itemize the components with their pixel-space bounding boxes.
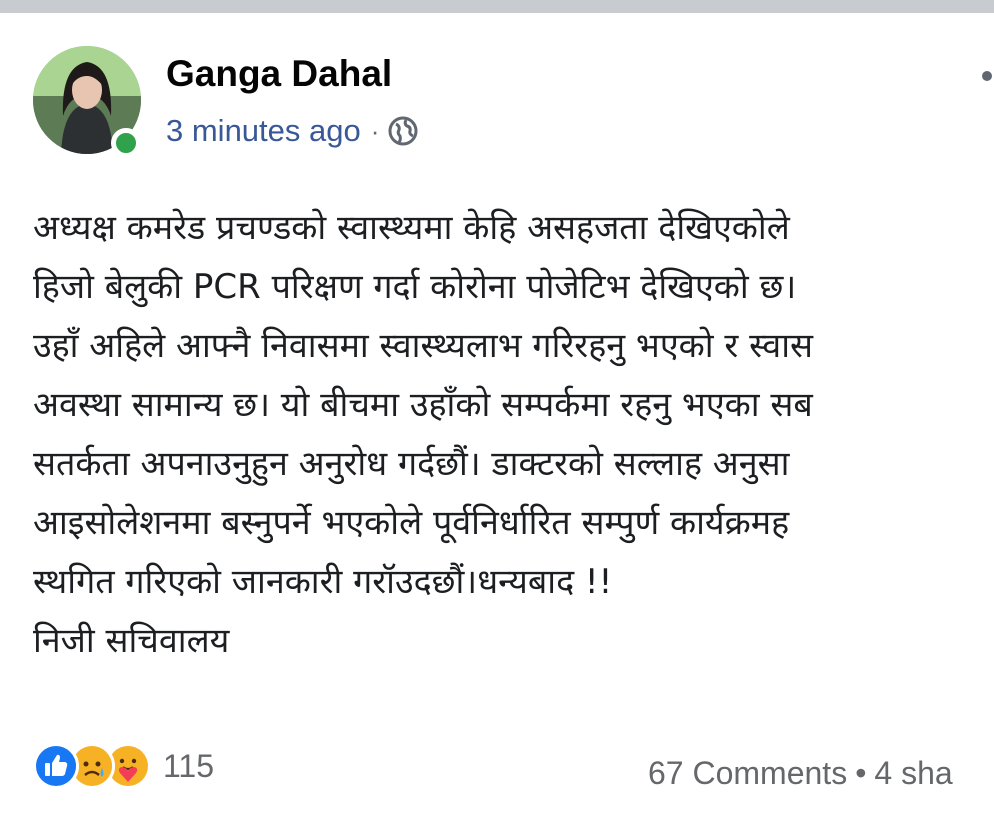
- comments-count-link[interactable]: 67 Comments: [648, 755, 847, 791]
- post-text-line: स्थगित गरिएको जानकारी गरॉउदछौं।धन्यबाद !…: [33, 562, 613, 602]
- online-status-indicator: [111, 128, 141, 158]
- more-options-icon[interactable]: [982, 71, 992, 81]
- facebook-post: Ganga Dahal 3 minutes ago · अध्यक्ष कमरे…: [0, 13, 994, 813]
- engagement-separator: •: [855, 755, 867, 791]
- engagement-summary: 67 Comments • 4 sha: [648, 755, 953, 792]
- post-text-line: हिजो बेलुकी PCR परिक्षण गर्दा कोरोना पोज…: [33, 267, 797, 307]
- author-name[interactable]: Ganga Dahal: [166, 53, 392, 95]
- post-text-line: आइसोलेशनमा बस्नुपर्ने भएकोले पूर्वनिर्धा…: [33, 503, 790, 543]
- meta-separator: ·: [370, 115, 380, 146]
- post-meta: 3 minutes ago ·: [166, 113, 419, 149]
- like-icon: [33, 743, 79, 789]
- shares-count-link[interactable]: 4 sha: [874, 755, 952, 791]
- globe-icon[interactable]: [387, 115, 419, 147]
- post-text-line: अध्यक्ष कमरेड प्रचण्डको स्वास्थ्यमा केहि…: [33, 208, 790, 248]
- post-body: अध्यक्ष कमरेड प्रचण्डको स्वास्थ्यमा केहि…: [33, 199, 994, 671]
- timestamp-link[interactable]: 3 minutes ago: [166, 113, 361, 149]
- post-text-line: अवस्था सामान्य छ। यो बीचमा उहाँको सम्पर्…: [33, 385, 813, 425]
- top-divider: [0, 0, 994, 13]
- post-text-line: सतर्कता अपनाउनुहुन अनुरोध गर्दछौं। डाक्ट…: [33, 444, 790, 484]
- post-text-line: उहाँ अहिले आफ्नै निवासमा स्वास्थ्यलाभ गर…: [33, 326, 813, 366]
- reactions-summary[interactable]: 115: [33, 743, 214, 789]
- reaction-count: 115: [163, 747, 215, 784]
- post-text-line: निजी सचिवालय: [33, 621, 230, 661]
